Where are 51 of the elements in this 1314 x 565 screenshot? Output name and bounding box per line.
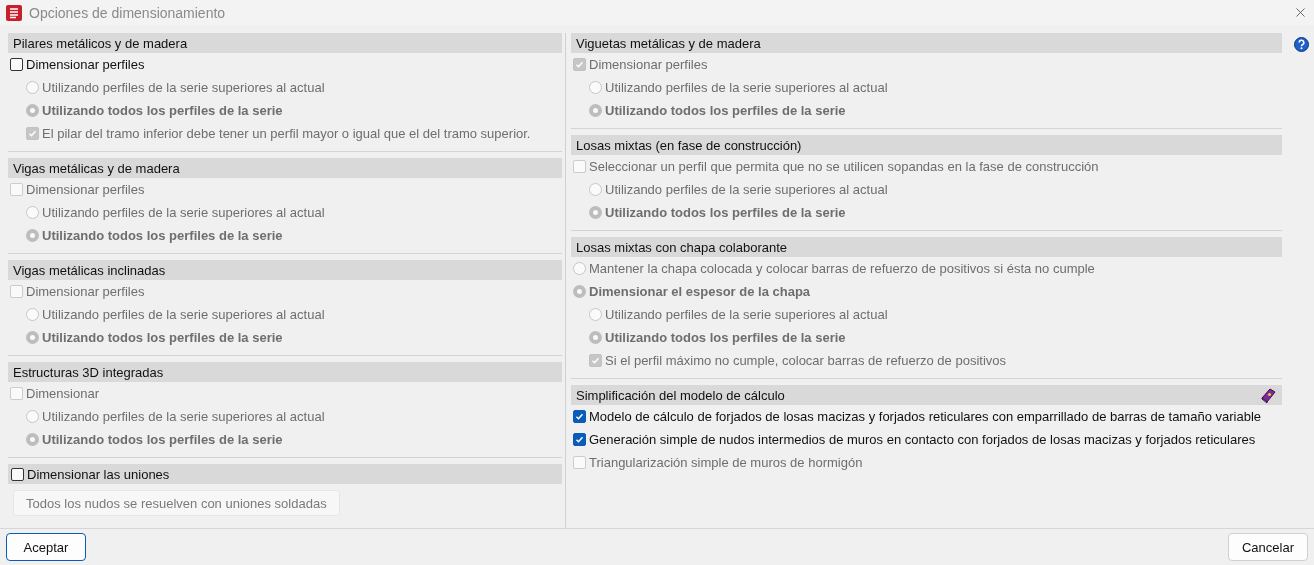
radio-label: Utilizando todos los perfiles de la serie [42, 103, 283, 119]
radio-label: Utilizando perfiles de la serie superiores al actual [605, 182, 888, 198]
checkbox-label: Triangularización simple de muros de hormigón [589, 455, 863, 471]
app-icon [6, 4, 22, 21]
checkbox-label: Dimensionar perfiles [589, 57, 708, 73]
checkbox[interactable] [573, 410, 586, 424]
section-title: Losas mixtas con chapa colaborante [576, 239, 788, 255]
radio-label: Utilizando todos los perfiles de la serie [605, 205, 846, 221]
check-icon [575, 60, 584, 70]
radio-label: Utilizando perfiles de la serie superiores al actual [42, 80, 325, 96]
checkbox[interactable] [573, 433, 586, 447]
radio-label: Utilizando perfiles de la serie superiores al actual [42, 205, 325, 221]
check-icon [591, 356, 600, 366]
checkbox-label: Dimensionar perfiles [26, 284, 145, 300]
radio-label: Utilizando perfiles de la serie superiores al actual [42, 307, 325, 323]
radio-label: Utilizando perfiles de la serie superiores al actual [605, 307, 888, 323]
section-title: Simplificación del modelo de cálculo [576, 387, 786, 403]
radio-label: Utilizando perfiles de la serie superiores al actual [42, 409, 325, 425]
radio-label: Utilizando todos los perfiles de la serie [42, 330, 283, 346]
radio-label: Utilizando perfiles de la serie superiores al actual [605, 80, 888, 96]
cancel-button[interactable]: Cancelar [1228, 533, 1308, 562]
checkbox-label: Dimensionar [26, 386, 99, 402]
radio-label: Utilizando todos los perfiles de la serie [42, 432, 283, 448]
checkbox-label: Modelo de cálculo de forjados de losas macizas y forjados reticulares con emparrillado de barras de tamaño variable [589, 409, 1262, 425]
check-icon [575, 412, 584, 422]
check-icon [575, 435, 584, 445]
section-title: Losas mixtas (en fase de construcción) [576, 137, 803, 153]
checkbox-label: Si el perfil máximo no cumple, colocar barras de refuerzo de positivos [605, 353, 1006, 369]
section-title: Vigas metálicas inclinadas [13, 262, 167, 278]
checkbox[interactable] [10, 58, 23, 72]
radio-label: Utilizando todos los perfiles de la serie [42, 228, 283, 244]
radio-label: Dimensionar el espesor de la chapa [589, 284, 811, 300]
checkbox-label: El pilar del tramo inferior debe tener un perfil mayor o igual que el del tramo superior. [42, 126, 531, 142]
window-title: Opciones de dimensionamiento [29, 4, 227, 21]
section-title: Estructuras 3D integradas [13, 364, 165, 380]
accept-button[interactable]: Aceptar [6, 533, 86, 562]
book-icon[interactable] [1260, 386, 1277, 404]
help-icon[interactable] [1293, 37, 1309, 53]
radio-label: Mantener la chapa colocada y colocar barras de refuerzo de positivos si ésta no cumple [589, 261, 1095, 277]
radio-label: Utilizando todos los perfiles de la serie [605, 330, 846, 346]
checkbox-label: Dimensionar perfiles [26, 182, 145, 198]
section-title: Pilares metálicos y de madera [13, 35, 189, 51]
checkbox[interactable] [11, 467, 24, 481]
section-title: Dimensionar las uniones [27, 466, 171, 482]
check-icon [28, 129, 37, 139]
checkbox-label: Generación simple de nudos intermedios de muros en contacto con forjados de losas macizas y forjados reticulares [589, 432, 1256, 448]
section-title: Viguetas metálicas y de madera [576, 35, 762, 51]
checkbox-label: Seleccionar un perfil que permita que no se utilicen sopandas en la fase de construcción [589, 159, 1099, 175]
radio-label: Utilizando todos los perfiles de la serie [605, 103, 846, 119]
checkbox-label: Dimensionar perfiles [26, 57, 145, 73]
section-title: Vigas metálicas y de madera [13, 160, 181, 176]
